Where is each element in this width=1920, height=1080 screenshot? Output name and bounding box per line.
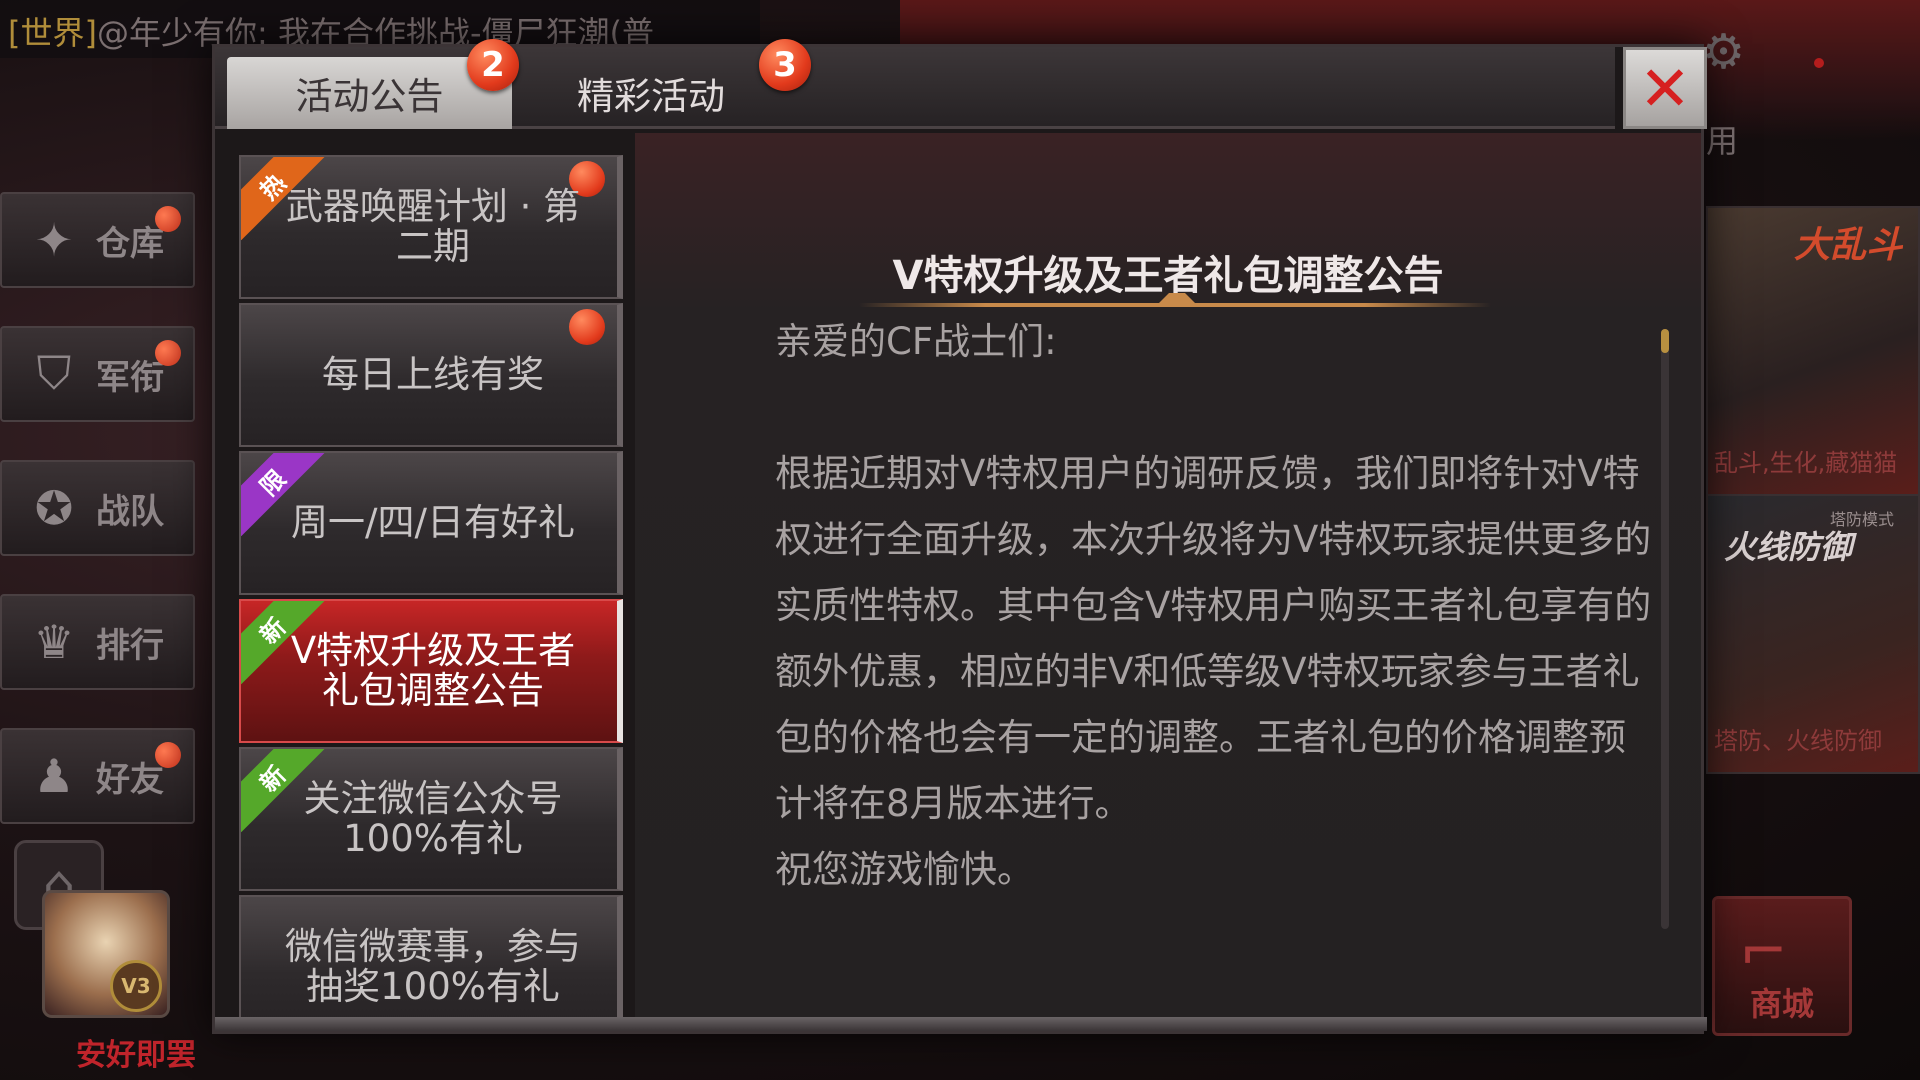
scrollbar-thumb[interactable]	[1661, 329, 1669, 353]
tab-bar: 活动公告 精彩活动 2 3	[215, 39, 1615, 129]
vip-badge: V3	[110, 960, 162, 1012]
nav-label: 排行	[96, 625, 164, 666]
mode-panel-brawl[interactable]: 大乱斗 乱斗,生化,藏猫猫	[1706, 206, 1920, 496]
mode-subtitle: 塔防、火线防御	[1714, 727, 1882, 755]
nav-label: 好友	[96, 759, 164, 800]
list-item-label: 微信微赛事，参与 抽奖100%有礼	[285, 925, 581, 1008]
content-title: V特权升级及王者礼包调整公告	[892, 253, 1444, 299]
nav-label: 军衔	[96, 357, 164, 398]
rank-icon: ⛉	[36, 346, 72, 400]
mode-subtitle: 乱斗,生化,藏猫猫	[1714, 449, 1898, 477]
list-item-label: 每日上线有奖	[322, 353, 544, 396]
content-paragraph: 根据近期对V特权用户的调研反馈，我们即将针对V特权进行全面升级，本次升级将为V特…	[775, 452, 1652, 825]
list-item[interactable]: 新 关注微信公众号 100%有礼	[239, 747, 623, 891]
nav-rank[interactable]: ⛉ 军衔	[0, 326, 195, 422]
list-item-label: 武器唤醒计划 · 第 二期	[285, 185, 581, 268]
list-item[interactable]: 热 武器唤醒计划 · 第 二期	[239, 155, 623, 299]
tab-label: 活动公告	[295, 75, 444, 118]
list-item-label: 关注微信公众号 100%有礼	[303, 777, 563, 860]
close-icon: ✕	[1639, 51, 1691, 125]
gun-icon: ⌐	[1739, 917, 1788, 985]
player-name: 安好即罢	[76, 1038, 196, 1073]
mode-title: 大乱斗	[1793, 225, 1902, 266]
modal-bottom-edge	[215, 1017, 1707, 1031]
chat-channel-tag: [世界]	[8, 14, 97, 52]
tab-badge: 2	[467, 39, 519, 91]
list-item-label: 周一/四/日有好礼	[291, 501, 575, 544]
nav-friends[interactable]: ♟ 好友	[0, 728, 195, 824]
announcement-list: 热 武器唤醒计划 · 第 二期 每日上线有奖 限 周一/四/日有好礼 新 V特权…	[239, 155, 623, 1019]
content-body: 亲爱的CF战士们: 根据近期对V特权用户的调研反馈，我们即将针对V特权进行全面升…	[775, 309, 1655, 903]
list-item[interactable]: 每日上线有奖	[239, 303, 623, 447]
warehouse-icon: ✦	[34, 213, 74, 267]
scrollbar[interactable]	[1661, 329, 1669, 929]
announcement-modal: 活动公告 精彩活动 2 3 ✕ 热 武器唤醒计划 · 第 二期 每日上线有奖 限…	[212, 39, 1707, 1034]
friends-icon: ♟	[33, 749, 75, 803]
list-item[interactable]: 微信微赛事，参与 抽奖100%有礼	[239, 895, 623, 1019]
shop-label: 商城	[1749, 985, 1814, 1023]
list-item-selected[interactable]: 新 V特权升级及王者 礼包调整公告	[239, 599, 623, 743]
shop-button[interactable]: ⌐ 商城	[1712, 896, 1852, 1036]
tab-label: 精彩活动	[577, 75, 725, 118]
list-item-label: V特权升级及王者 礼包调整公告	[290, 629, 576, 712]
nav-team[interactable]: ✪ 战队	[0, 460, 195, 556]
nav-notification-dot	[155, 340, 181, 366]
list-item[interactable]: 限 周一/四/日有好礼	[239, 451, 623, 595]
trophy-icon: ♛	[33, 615, 75, 669]
nav-label: 仓库	[96, 223, 164, 264]
nav-warehouse[interactable]: ✦ 仓库	[0, 192, 195, 288]
tab-events[interactable]: 精彩活动	[511, 57, 791, 129]
content-greeting: 亲爱的CF战士们:	[775, 320, 1057, 363]
close-button[interactable]: ✕	[1623, 47, 1707, 129]
team-icon: ✪	[34, 481, 74, 535]
partial-label: 用	[1706, 122, 1739, 160]
notification-dot	[1814, 58, 1824, 68]
tab-badge: 3	[759, 39, 811, 91]
nav-label: 战队	[96, 491, 164, 532]
nav-notification-dot	[155, 742, 181, 768]
mode-panel-defense[interactable]: 塔防模式 火线防御 塔防、火线防御	[1706, 494, 1920, 774]
content-closing: 祝您游戏愉快。	[775, 848, 1034, 891]
gear-icon[interactable]: ⚙	[1702, 24, 1745, 80]
mode-title: 火线防御	[1724, 528, 1853, 566]
announcement-content[interactable]: V特权升级及王者礼包调整公告 亲爱的CF战士们: 根据近期对V特权用户的调研反馈…	[635, 133, 1701, 1029]
nav-notification-dot	[155, 206, 181, 232]
nav-ranking[interactable]: ♛ 排行	[0, 594, 195, 690]
